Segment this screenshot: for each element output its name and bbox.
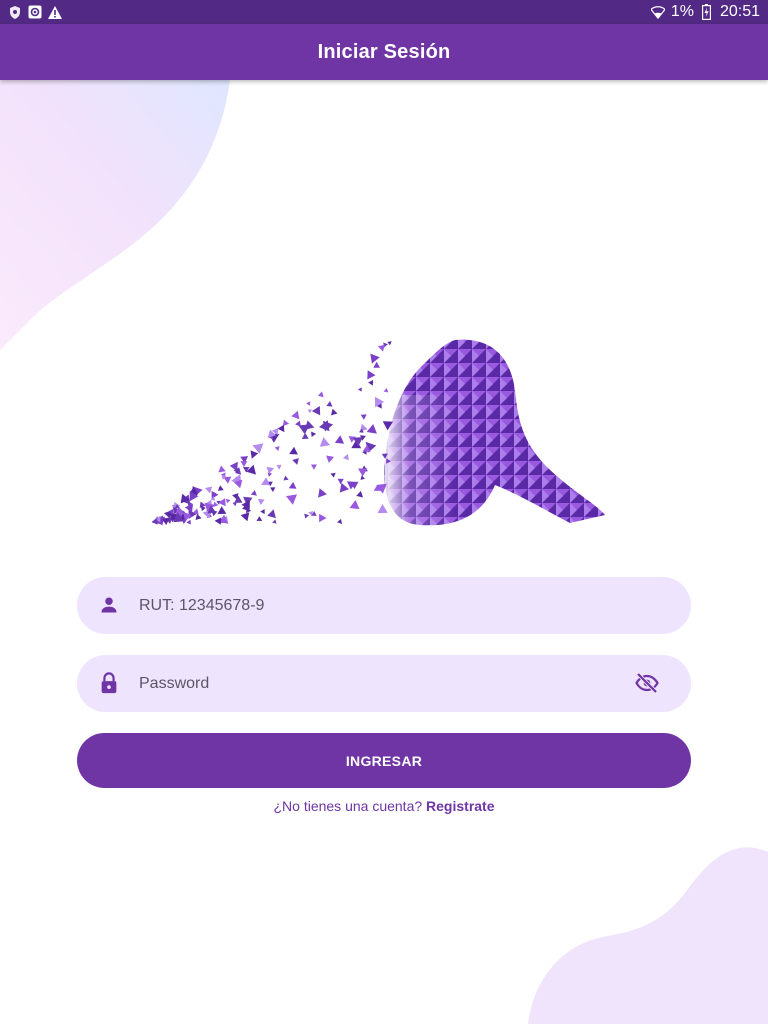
particle [311,431,317,437]
particle [256,516,263,521]
visibility-off-icon[interactable] [635,671,659,695]
particle [319,437,330,447]
signup-link[interactable]: Registrate [426,798,494,814]
rut-field[interactable] [77,577,691,634]
particle [195,513,202,520]
particle [383,388,389,393]
particle [217,485,224,491]
particle [358,387,362,392]
particle [360,414,367,420]
particle [240,461,248,467]
particle [286,494,297,505]
particle [326,455,334,463]
particle [292,458,299,465]
particle [319,513,327,523]
wifi-icon [650,5,665,19]
particle [201,505,206,512]
particle [356,490,363,498]
rut-input[interactable] [137,577,631,634]
particle [205,486,213,494]
particle [218,465,226,473]
particle [306,401,311,406]
shield-icon [8,5,22,19]
password-field[interactable] [77,655,691,712]
warning-icon [48,5,62,19]
particle [261,477,271,486]
mosaic-person-illustration [151,339,605,530]
particle [331,408,338,416]
particle [367,370,376,380]
particle [349,500,360,510]
particle [274,446,280,451]
particle [217,506,227,515]
status-bar: 1% 20:51 [0,0,768,24]
particle [368,380,374,386]
particle [214,517,222,525]
particle [301,432,309,439]
status-left [8,5,62,19]
screenshot-icon [28,5,42,19]
battery-charging-icon [700,4,714,20]
particle [267,509,276,519]
clock: 20:51 [719,3,760,20]
particle [257,499,265,505]
particle [250,490,257,496]
decorative-blob-bottom [528,847,768,1024]
particle [366,424,377,434]
login-button[interactable]: INGRESAR [77,733,691,788]
particle [330,472,336,478]
particle [310,464,317,470]
person-icon [97,593,121,617]
particle [370,353,380,364]
password-input[interactable] [137,655,631,712]
particle [339,482,349,493]
particle [270,487,276,492]
particle [240,512,250,522]
particle [326,401,333,407]
particle [334,435,345,444]
particle [232,502,237,507]
particle [298,424,310,435]
app-bar: Iniciar Sesión [0,24,768,80]
particle [151,518,158,525]
particle [373,361,380,368]
status-right: 1% 20:51 [650,3,760,21]
particle-cloud [151,341,393,526]
particle [272,519,277,524]
particle [342,454,349,461]
particle [277,424,285,433]
particle [218,498,226,507]
particle [266,466,274,474]
particle [337,518,342,524]
particle [276,464,282,470]
particle [311,406,321,416]
particle [377,344,385,352]
particle [337,478,344,485]
particle [288,481,297,489]
particle [225,498,231,504]
particle [291,410,300,420]
particle [260,509,265,515]
particle [358,468,368,477]
page-title: Iniciar Sesión [317,40,451,63]
signup-question: ¿No tienes una cuenta? [273,798,423,814]
particle [318,488,327,498]
battery-level: 1% [670,3,694,20]
particle [387,341,392,346]
particle [307,409,312,414]
particle [317,391,324,398]
particle [283,475,289,481]
particle [250,450,259,459]
signup-prompt: ¿No tienes una cuenta? Registrate [0,798,768,814]
particle [304,513,309,519]
particle [186,519,191,525]
lock-icon [97,671,121,695]
decorative-blob-top [0,80,230,350]
particle [289,446,298,455]
